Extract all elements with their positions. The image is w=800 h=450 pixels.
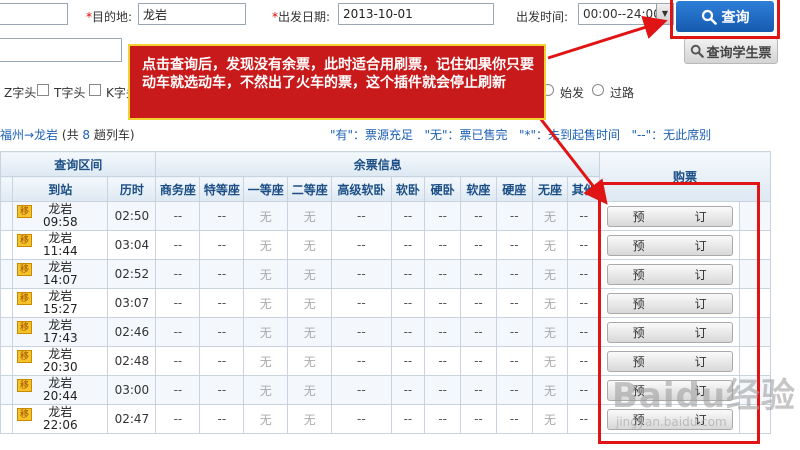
annotation-callout: 点击查询后，发现没有余票，此时适合用刷票，记住如果你只要动车就选动车，不然出了火… [128, 44, 546, 120]
watermark-url: jingyan.baidu.com [616, 415, 727, 429]
watermark: Baidu经验 jingyan.baidu.com [612, 368, 796, 429]
arrow-to-booking [538, 117, 608, 205]
arrow-to-query [547, 15, 668, 60]
watermark-logo: Baidu经验 [612, 376, 797, 416]
